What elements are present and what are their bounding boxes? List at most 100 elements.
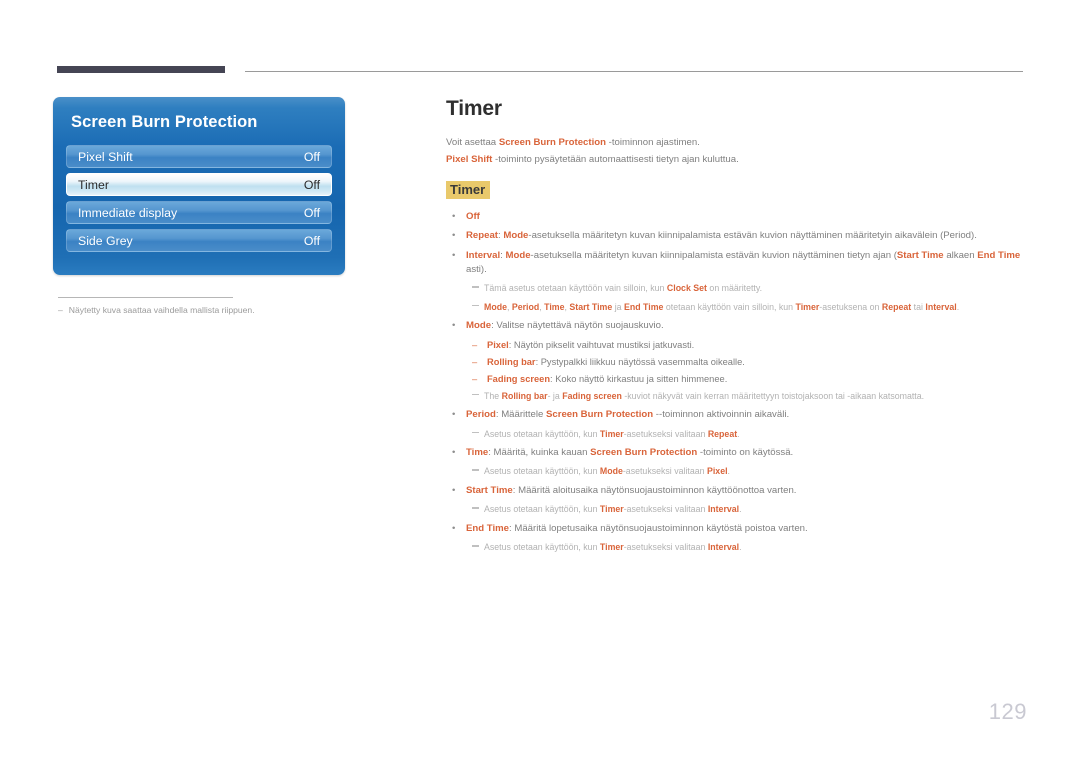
emphasis-term: Interval: [925, 301, 957, 312]
note-dash-icon: [472, 282, 484, 294]
note-item: Asetus otetaan käyttöön, kun Timer-asetu…: [472, 541, 1031, 553]
bullet-marker-icon: •: [452, 230, 456, 242]
section-heading: Timer: [446, 180, 491, 199]
page-number: 129: [988, 699, 1027, 724]
body-text-run: Tämä asetus otetaan käyttöön vain silloi…: [484, 283, 667, 294]
osd-menu-item-label: Side Grey: [78, 233, 133, 248]
bullet-marker-icon: •: [452, 484, 456, 496]
header-accent-bar: [57, 66, 225, 73]
emphasis-term: Rolling bar: [487, 356, 536, 367]
bullet-text: End Time: Määritä lopetusaika näytönsuoj…: [466, 522, 1031, 536]
intro-paragraphs: Voit asettaa Screen Burn Protection -toi…: [446, 137, 1031, 167]
osd-panel-title: Screen Burn Protection: [71, 113, 258, 131]
sub-bullet-dash-icon: –: [472, 356, 478, 367]
note-dash-icon: [472, 465, 484, 477]
bullet-marker-icon: •: [452, 210, 456, 222]
body-text-run: : Koko näyttö kirkastuu ja sitten himmen…: [550, 373, 728, 384]
emphasis-term: Time: [466, 446, 489, 458]
bullet-text: Start Time: Määritä aloitusaika näytönsu…: [466, 484, 1031, 498]
left-footnote: – Näytetty kuva saattaa vaihdella mallis…: [58, 305, 347, 315]
body-text-run: asti).: [466, 263, 487, 275]
emphasis-term: Pixel: [706, 466, 728, 477]
bullet-text: Time: Määritä, kuinka kauan Screen Burn …: [466, 446, 1031, 460]
emphasis-term: Period: [511, 301, 540, 312]
body-text-run: -asetukseksi valitaan: [623, 428, 708, 439]
bullet-marker-icon: •: [452, 408, 456, 420]
body-text-run: .: [956, 301, 960, 312]
osd-menu-item-side-grey[interactable]: Side Grey Off: [66, 229, 332, 252]
emphasis-term: Rolling bar: [501, 390, 548, 401]
note-dash-icon: [472, 390, 484, 402]
sub-bullet-item: – Pixel: Näytön pikselit vaihtuvat mustik…: [472, 339, 1031, 352]
bullet-item: • Time: Määritä, kuinka kauan Screen Burn…: [446, 446, 1031, 460]
body-text-run: -asetuksena on: [819, 301, 882, 312]
body-text-run: Voit asettaa: [446, 137, 499, 148]
body-text-run: -asetukseksi valitaan: [622, 466, 707, 477]
bullet-item: • Off: [446, 210, 1031, 224]
emphasis-term: Mode: [484, 301, 507, 312]
section-heading-wrap: Timer: [446, 180, 1031, 199]
content-block-list: • Off • Repeat: Mode-asetuksella määritetyn…: [446, 210, 1031, 554]
sub-bullet-item: – Fading screen: Koko näyttö kirkastuu ja…: [472, 373, 1031, 386]
left-illustration-column: Screen Burn Protection Pixel Shift Off Tim…: [53, 97, 347, 315]
footnote-dash-icon: –: [58, 305, 63, 315]
emphasis-term: Timer: [599, 542, 624, 553]
body-text-run: Asetus otetaan käyttöön, kun: [484, 466, 600, 477]
osd-menu-item-label: Timer: [78, 177, 109, 192]
bullet-item: • Repeat: Mode-asetuksella määritetyn kuv…: [446, 229, 1031, 243]
osd-menu-item-value: Off: [303, 205, 320, 220]
emphasis-term: Start Time: [466, 484, 513, 496]
bullet-text: Off: [466, 210, 1031, 224]
body-text-run: -toiminnon ajastimen.: [605, 137, 700, 148]
note-text: Asetus otetaan käyttöön, kun Timer-asetu…: [484, 503, 1031, 515]
body-text-run: tai: [911, 301, 926, 312]
bullet-text: Mode: Valitse näytettävä näytön suojausk…: [466, 319, 1031, 333]
osd-menu-panel: Screen Burn Protection Pixel Shift Off Tim…: [53, 97, 345, 275]
osd-menu-item-label: Pixel Shift: [78, 149, 133, 164]
sub-bullet-text: Pixel: Näytön pikselit vaihtuvat mustiks…: [487, 339, 1031, 352]
bullet-item: • End Time: Määritä lopetusaika näytönsuo…: [446, 522, 1031, 536]
osd-menu-item-timer[interactable]: Timer Off: [66, 173, 332, 196]
emphasis-term: Repeat: [707, 428, 738, 439]
intro-paragraph: Pixel Shift -toiminto pysäytetään automa…: [446, 154, 1031, 167]
note-dash-icon: [472, 541, 484, 553]
note-item: Asetus otetaan käyttöön, kun Timer-asetu…: [472, 503, 1031, 515]
note-item: Tämä asetus otetaan käyttöön vain silloi…: [472, 282, 1031, 294]
emphasis-term: Clock Set: [666, 283, 707, 294]
page-header-rules: [57, 66, 1023, 74]
osd-menu-item-value: Off: [303, 233, 320, 248]
footnote-text: Näytetty kuva saattaa vaihdella mallista…: [68, 305, 255, 315]
body-text-run: -kuviot näkyvät vain kerran määritettyyn…: [621, 390, 925, 401]
body-text-run: : Määritä aloitusaika näytönsuojaustoimi…: [512, 484, 797, 496]
emphasis-term: Pixel Shift: [446, 153, 493, 165]
sub-bullet-dash-icon: –: [472, 339, 478, 350]
body-text-run: on määritetty.: [706, 283, 763, 294]
emphasis-term: Interval: [707, 504, 740, 515]
body-text-run: Asetus otetaan käyttöön, kun: [484, 428, 600, 439]
bullet-item: • Period: Määrittele Screen Burn Protecti…: [446, 408, 1031, 422]
body-text-run: The: [484, 390, 502, 401]
emphasis-term: Start Time: [896, 250, 944, 262]
emphasis-term: End Time: [624, 301, 664, 312]
body-text-run: -asetukseksi valitaan: [623, 504, 708, 515]
note-item: Asetus otetaan käyttöön, kun Mode-asetuk…: [472, 465, 1031, 477]
osd-menu-item-pixel-shift[interactable]: Pixel Shift Off: [66, 145, 332, 168]
emphasis-term: End Time: [977, 250, 1021, 262]
body-text-run: : Määritä, kuinka kauan: [488, 446, 591, 458]
left-footnote-rule: [58, 297, 233, 298]
body-text-run: alkaen: [943, 250, 978, 262]
emphasis-term: Screen Burn Protection: [498, 137, 606, 148]
note-dash-icon: [472, 428, 484, 440]
body-text-run: -asetukseksi valitaan: [623, 542, 708, 553]
note-dash-icon: [472, 503, 484, 515]
emphasis-term: Off: [466, 210, 480, 222]
osd-menu-row-list: Pixel Shift Off Timer Off Immediate display O…: [53, 145, 345, 252]
body-text-run: Asetus otetaan käyttöön, kun: [484, 504, 600, 515]
emphasis-term: Timer: [599, 504, 624, 515]
body-text-run: : Määrittele: [495, 408, 546, 420]
osd-menu-item-immediate-display[interactable]: Immediate display Off: [66, 201, 332, 224]
note-text: Mode, Period, Time, Start Time ja End Ti…: [484, 301, 1031, 313]
body-text-run: .: [737, 428, 740, 439]
body-text-run: .: [739, 504, 742, 515]
emphasis-term: Time: [544, 301, 565, 312]
